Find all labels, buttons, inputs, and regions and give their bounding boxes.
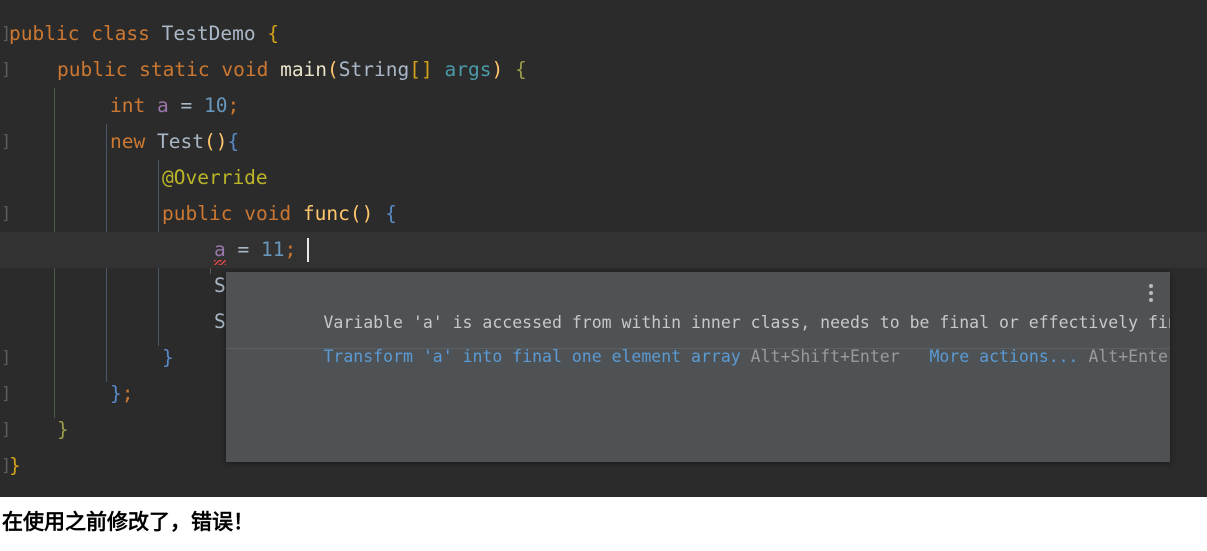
token-semicolon: ;	[121, 382, 134, 405]
popup-message-area: Variable 'a' is accessed from within inn…	[226, 272, 1170, 366]
token-classname: TestDemo	[161, 22, 256, 45]
code-line[interactable]: public static void main(String[] args) {	[0, 52, 1207, 88]
token-annotation: @Override	[162, 166, 268, 189]
token-number: 11	[261, 238, 285, 261]
token-operator: =	[237, 238, 250, 261]
token-paren: )	[491, 58, 504, 81]
token-operator: =	[180, 94, 193, 117]
text-caret	[307, 238, 309, 262]
token-classname: Test	[156, 130, 204, 153]
token-brace: {	[514, 58, 527, 81]
token-modifiers: public static void	[57, 58, 269, 81]
transform-action-link[interactable]: Transform 'a' into final one element arr…	[323, 347, 740, 366]
token-method-name: main	[280, 58, 328, 81]
token-type: String	[338, 58, 410, 81]
code-line[interactable]: public void func() {	[0, 196, 1207, 232]
token-keyword: public	[162, 202, 233, 225]
token-brace: }	[9, 454, 21, 477]
token-variable: a	[156, 94, 169, 117]
screenshot-root: ] ] ] ] ] ] ] ] public class TestDemo { …	[0, 0, 1207, 551]
token-brace: }	[110, 382, 122, 405]
inspection-actions-row: Transform 'a' into final one element arr…	[244, 312, 1170, 366]
token-paren: (	[327, 58, 339, 81]
code-line[interactable]: new Test(){	[0, 124, 1207, 160]
code-line[interactable]: @Override	[0, 160, 1207, 196]
token-variable: a	[214, 238, 226, 261]
caption-text: 在使用之前修改了，错误！	[2, 509, 254, 534]
token-semicolon: ;	[284, 238, 297, 261]
token-keyword: public	[9, 22, 80, 45]
popup-divider-toolbar-top	[226, 348, 1170, 349]
token-brace: {	[385, 202, 397, 225]
error-token-wrapper: a	[214, 232, 226, 268]
token-method-name: func	[302, 202, 350, 225]
more-actions-link[interactable]: More actions...	[929, 347, 1078, 366]
caption-bar: 在使用之前修改了，错误！	[0, 497, 1207, 551]
token-brace: }	[57, 418, 69, 441]
token-brace: {	[267, 22, 280, 45]
token-keyword: new	[110, 130, 146, 153]
token-keyword: class	[91, 22, 150, 45]
code-line-current[interactable]: a = 11;	[0, 232, 1207, 268]
more-actions-shortcut: Alt+Enter	[1088, 347, 1170, 366]
popup-options-kebab-icon[interactable]	[1149, 284, 1154, 302]
token-keyword: int	[110, 94, 146, 117]
token-semicolon: ;	[227, 94, 240, 117]
inspection-message: Variable 'a' is accessed from within inn…	[244, 278, 1170, 332]
token-parens: ()	[349, 202, 374, 225]
token-brace: }	[162, 346, 174, 369]
token-param: args	[444, 58, 492, 81]
token-brace: {	[227, 130, 240, 153]
code-line[interactable]: int a = 10;	[0, 88, 1207, 124]
token-number: 10	[203, 94, 228, 117]
token-partial: S	[214, 274, 226, 297]
token-parens: ()	[203, 130, 228, 153]
inspection-popup[interactable]: Variable 'a' is accessed from within inn…	[226, 272, 1170, 462]
transform-action-shortcut: Alt+Shift+Enter	[750, 347, 900, 366]
token-keyword: void	[244, 202, 292, 225]
code-line[interactable]: public class TestDemo {	[0, 16, 1207, 52]
token-partial: S	[214, 310, 226, 333]
token-brackets: []	[409, 58, 433, 81]
